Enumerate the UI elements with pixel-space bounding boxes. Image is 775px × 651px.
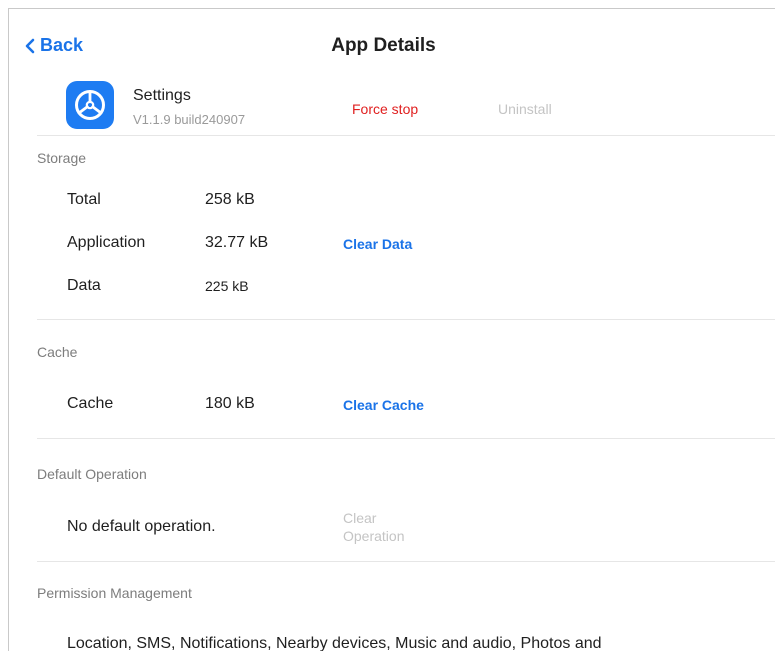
app-icon [66,81,114,129]
storage-data-value: 225 kB [205,278,249,294]
storage-data-label: Data [67,277,101,294]
app-details-page: Back App Details Settings V1.1.9 build24… [8,8,775,651]
divider [37,561,775,562]
storage-application-value: 32.77 kB [205,234,269,251]
storage-total-label: Total [67,191,101,208]
clear-cache-button[interactable]: Clear Cache [343,397,424,413]
uninstall-button[interactable]: Uninstall [498,101,552,117]
app-name: Settings [133,87,191,104]
divider [37,135,775,136]
cache-section-label: Cache [37,344,78,360]
clear-operation-button[interactable]: Clear Operation [343,509,433,545]
header-bar: Back App Details [9,9,775,69]
default-operation-text: No default operation. [67,518,216,535]
steering-wheel-icon [75,90,105,120]
cache-label: Cache [67,395,114,412]
default-operation-section-label: Default Operation [37,466,147,482]
storage-application-label: Application [67,234,146,251]
force-stop-button[interactable]: Force stop [352,101,418,117]
page-title: App Details [331,35,436,56]
permissions-list-text[interactable]: Location, SMS, Notifications, Nearby dev… [67,635,602,651]
storage-section-label: Storage [37,150,87,166]
permission-section-label: Permission Management [37,585,192,601]
divider [37,438,775,439]
clear-data-button[interactable]: Clear Data [343,236,412,252]
storage-total-value: 258 kB [205,191,255,208]
cache-value: 180 kB [205,395,255,412]
divider [37,319,775,320]
app-summary: Settings V1.1.9 build240907 Force stop U… [9,77,775,133]
app-version: V1.1.9 build240907 [133,112,246,127]
